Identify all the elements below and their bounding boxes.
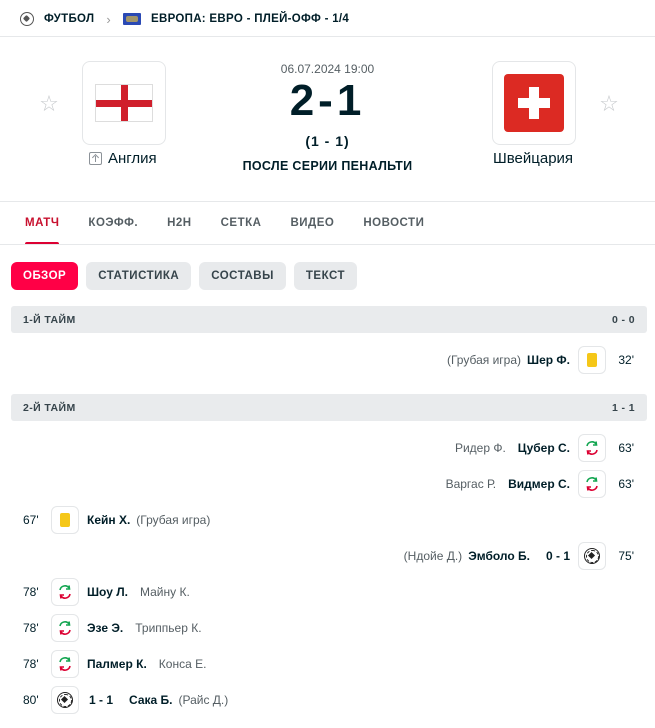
incident-minute: 32': [618, 353, 634, 367]
ball-icon: [51, 686, 79, 714]
incident-row: 67' Кейн Х. (Грубая игра): [23, 505, 210, 535]
incident-minute: 80': [23, 693, 39, 707]
sub-out-player[interactable]: Ридер Ф.: [455, 441, 506, 455]
breadcrumb-sport[interactable]: ФУТБОЛ: [44, 13, 94, 25]
divider: [0, 36, 655, 37]
match-tabs: МАТЧ КОЭФФ. H2H СЕТКА ВИДЕО НОВОСТИ: [25, 217, 453, 245]
incident-row: Варгас Р. Видмер С. 63': [446, 469, 634, 499]
away-team-name[interactable]: Швейцария: [493, 150, 573, 167]
subtab-commentary[interactable]: ТЕКСТ: [293, 262, 357, 290]
sub-out-player[interactable]: Конса Е.: [159, 657, 207, 671]
incident-player[interactable]: Кейн Х.: [87, 513, 130, 527]
tab-h2h[interactable]: H2H: [167, 217, 192, 245]
subtabs: ОБЗОР СТАТИСТИКА СОСТАВЫ ТЕКСТ: [11, 262, 365, 290]
tab-bracket[interactable]: СЕТКА: [221, 217, 262, 245]
substitution-icon: [578, 470, 606, 498]
breadcrumb: ФУТБОЛ › ЕВРОПА: ЕВРО - ПЛЕЙ-ОФФ - 1/4: [20, 10, 349, 28]
incident-minute: 63': [618, 477, 634, 491]
incident-minute: 78': [23, 585, 39, 599]
sub-in-player[interactable]: Палмер К.: [87, 657, 147, 671]
tab-video[interactable]: ВИДЕО: [290, 217, 334, 245]
incident-minute: 78': [23, 657, 39, 671]
tab-match[interactable]: МАТЧ: [25, 217, 60, 245]
substitution-icon: [51, 650, 79, 678]
incident-row: 78' Эзе Э. Триппьер К.: [23, 613, 202, 643]
incident-row: 80' 1 - 1 Сака Б. (Райс Д.): [23, 685, 228, 715]
incident-row: 78' Палмер К. Конса Е.: [23, 649, 206, 679]
goal-scorer[interactable]: Сака Б.: [129, 693, 172, 707]
sub-in-player[interactable]: Шоу Л.: [87, 585, 128, 599]
period-label: 1-Й ТАЙМ: [23, 313, 76, 326]
europe-flag-icon: [123, 13, 141, 25]
goal-assist[interactable]: (Ндойе Д.): [404, 549, 463, 563]
goal-score: 1 - 1: [89, 693, 114, 707]
subtab-lineups[interactable]: СОСТАВЫ: [199, 262, 286, 290]
goal-scorer[interactable]: Эмболо Б.: [468, 549, 530, 563]
substitution-icon: [578, 434, 606, 462]
substitution-icon: [51, 614, 79, 642]
sub-in-player[interactable]: Цубер С.: [518, 441, 570, 455]
away-team-label: Швейцария: [493, 150, 574, 167]
incident-minute: 75': [618, 549, 634, 563]
period-score: 1 - 1: [611, 401, 635, 414]
subtab-summary[interactable]: ОБЗОР: [11, 262, 79, 290]
sub-out-player[interactable]: Триппьер К.: [135, 621, 201, 635]
sub-in-player[interactable]: Видмер С.: [508, 477, 570, 491]
yellow-card-icon: [578, 346, 606, 374]
incident-row: (Ндойе Д.) Эмболо Б. 0 - 1 75': [404, 541, 634, 571]
incident-minute: 67': [23, 513, 39, 527]
incident-note: (Грубая игра): [446, 353, 522, 367]
sub-in-player[interactable]: Эзе Э.: [87, 621, 123, 635]
goal-score: 0 - 1: [545, 549, 570, 563]
period-header: 2-Й ТАЙМ 1 - 1: [11, 394, 647, 421]
period-score: 0 - 0: [611, 313, 635, 326]
incident-row: (Грубая игра) Шер Ф. 32': [447, 345, 634, 375]
switzerland-flag-icon: [504, 74, 564, 132]
ball-icon: [578, 542, 606, 570]
incident-player[interactable]: Шер Ф.: [527, 353, 570, 367]
incident-row: Ридер Ф. Цубер С. 63': [455, 433, 634, 463]
away-team-logo[interactable]: [492, 61, 576, 145]
sub-out-player[interactable]: Варгас Р.: [446, 477, 497, 491]
divider: [0, 244, 655, 245]
incident-note: (Грубая игра): [136, 513, 211, 527]
breadcrumb-tournament[interactable]: ЕВРОПА: ЕВРО - ПЛЕЙ-ОФФ - 1/4: [151, 13, 349, 25]
goal-assist[interactable]: (Райс Д.): [178, 693, 228, 707]
football-icon: [20, 12, 34, 26]
yellow-card-icon: [51, 506, 79, 534]
incident-minute: 78': [23, 621, 39, 635]
subtab-stats[interactable]: СТАТИСТИКА: [86, 262, 192, 290]
divider: [0, 201, 655, 202]
favorite-away-star-icon[interactable]: ☆: [597, 92, 621, 116]
tab-news[interactable]: НОВОСТИ: [363, 217, 424, 245]
sub-out-player[interactable]: Майну К.: [140, 585, 190, 599]
incident-minute: 63': [618, 441, 634, 455]
period-label: 2-Й ТАЙМ: [23, 401, 76, 414]
substitution-icon: [51, 578, 79, 606]
chevron-right-icon: ›: [106, 11, 111, 27]
tab-odds[interactable]: КОЭФФ.: [88, 217, 138, 245]
incident-row: 78' Шоу Л. Майну К.: [23, 577, 190, 607]
period-header: 1-Й ТАЙМ 0 - 0: [11, 306, 647, 333]
